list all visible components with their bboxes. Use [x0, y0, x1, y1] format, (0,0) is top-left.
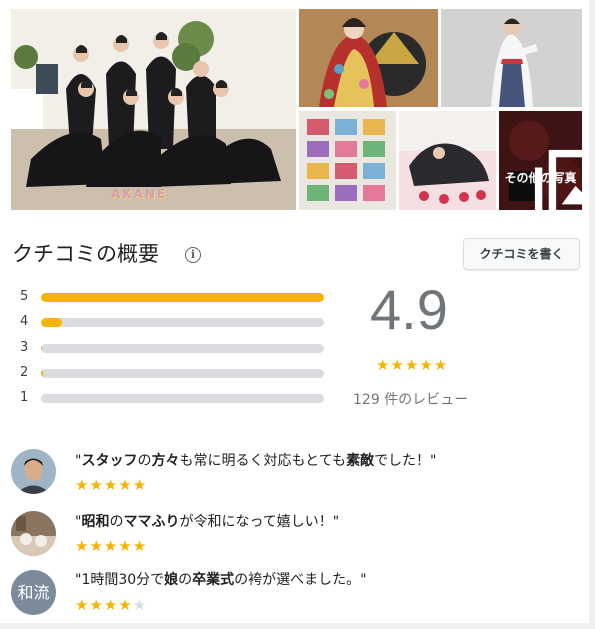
more-photos-label: その他の写真 [504, 171, 577, 185]
snippet-text: "1時間30分で [75, 572, 165, 588]
review-stars: ★★★★★ [75, 537, 147, 555]
snippet-text: も常に明るく対応もとても [179, 453, 347, 469]
highlighted-keyword: 卒業式 [192, 572, 235, 588]
star-filled-icon: ★ [75, 596, 90, 614]
star-filled-icon: ★ [376, 356, 391, 374]
more-photos-tile[interactable]: その他の写真 [499, 111, 582, 210]
histogram-label: 5 [20, 289, 29, 304]
star-filled-icon: ★ [118, 596, 133, 614]
photo-hakama[interactable] [441, 9, 582, 107]
snippet-text: の [109, 514, 124, 530]
histogram-label: 2 [20, 365, 29, 380]
star-filled-icon: ★ [75, 537, 90, 555]
snippet-text: の [137, 453, 152, 469]
snippet-text: の [178, 572, 193, 588]
photo-accessories[interactable] [299, 111, 396, 210]
star-filled-icon: ★ [103, 537, 119, 555]
studio-logo-text: AKANE [111, 187, 168, 201]
star-filled-icon: ★ [103, 476, 119, 494]
histogram-fill [41, 318, 63, 327]
histogram-label: 1 [20, 390, 29, 405]
star-filled-icon: ★ [433, 356, 449, 374]
histogram-label: 3 [20, 340, 29, 355]
reviewer-photo [11, 449, 56, 494]
review-count[interactable]: 129 件のレビュー [353, 389, 468, 409]
star-filled-icon: ★ [132, 537, 148, 555]
star-filled-icon: ★ [390, 356, 405, 374]
star-filled-icon: ★ [89, 596, 104, 614]
histogram-row-2[interactable]: 2 [20, 366, 325, 380]
star-filled-icon: ★ [118, 476, 133, 494]
histogram-row-3[interactable]: 3 [20, 341, 325, 355]
star-filled-icon: ★ [404, 356, 420, 374]
snippet-text: が令和になって嬉しい！" [179, 514, 340, 530]
star-filled-icon: ★ [103, 596, 119, 614]
reviewer-avatar[interactable]: 和流 [11, 570, 56, 615]
average-rating: 4.9 [370, 278, 448, 341]
star-filled-icon: ★ [419, 356, 434, 374]
histogram-fill [41, 344, 43, 353]
photo-grid: AKANE その他の写真 [11, 9, 582, 210]
star-filled-icon: ★ [118, 537, 133, 555]
review-snippet[interactable]: "昭和のママふりが令和になって嬉しい！" [75, 513, 339, 531]
histogram-track [41, 318, 324, 327]
write-review-button[interactable]: クチコミを書く [463, 238, 580, 270]
histogram-track [41, 369, 324, 378]
reviewer-photo [11, 511, 56, 556]
highlighted-keyword: 素敵 [346, 453, 375, 469]
main-photo[interactable]: AKANE [11, 9, 296, 210]
star-filled-icon: ★ [132, 476, 148, 494]
review-summary-title: クチコミの概要 [12, 242, 159, 266]
review-snippet[interactable]: "1時間30分で娘の卒業式の袴が選べました。" [75, 571, 367, 589]
review-stars: ★★★★★ [75, 476, 147, 494]
highlighted-keyword: 昭和 [81, 514, 110, 530]
reviewer-initials: 和流 [11, 570, 56, 615]
histogram-label: 4 [20, 314, 29, 329]
average-rating-stars: ★★★★★ [376, 356, 448, 374]
info-icon[interactable]: i [185, 247, 201, 263]
histogram-row-1[interactable]: 1 [20, 391, 325, 405]
highlighted-keyword: ママふり [123, 514, 180, 530]
histogram-row-4[interactable]: 4 [20, 315, 325, 329]
star-filled-icon: ★ [89, 476, 104, 494]
histogram-track [41, 394, 324, 403]
star-empty-icon: ★ [132, 596, 148, 614]
photo-kimono[interactable] [299, 9, 438, 107]
highlighted-keyword: スタッフ [81, 453, 138, 469]
star-filled-icon: ★ [75, 476, 90, 494]
histogram-track [41, 344, 324, 353]
review-stars: ★★★★★ [75, 596, 147, 614]
photo-flatlay[interactable] [399, 111, 496, 210]
histogram-track [41, 293, 324, 302]
histogram-row-5[interactable]: 5 [20, 290, 325, 304]
star-filled-icon: ★ [89, 537, 104, 555]
histogram-fill [41, 369, 44, 378]
histogram-fill [41, 293, 324, 302]
reviewer-avatar[interactable] [11, 511, 56, 556]
snippet-text: の袴が選べました。" [234, 572, 367, 588]
reviewer-avatar[interactable] [11, 449, 56, 494]
highlighted-keyword: 娘 [164, 572, 179, 588]
snippet-text: でした！" [374, 453, 437, 469]
highlighted-keyword: 方々 [151, 453, 180, 469]
review-snippet[interactable]: "スタッフの方々も常に明るく対応もとても素敵でした！" [75, 452, 437, 470]
